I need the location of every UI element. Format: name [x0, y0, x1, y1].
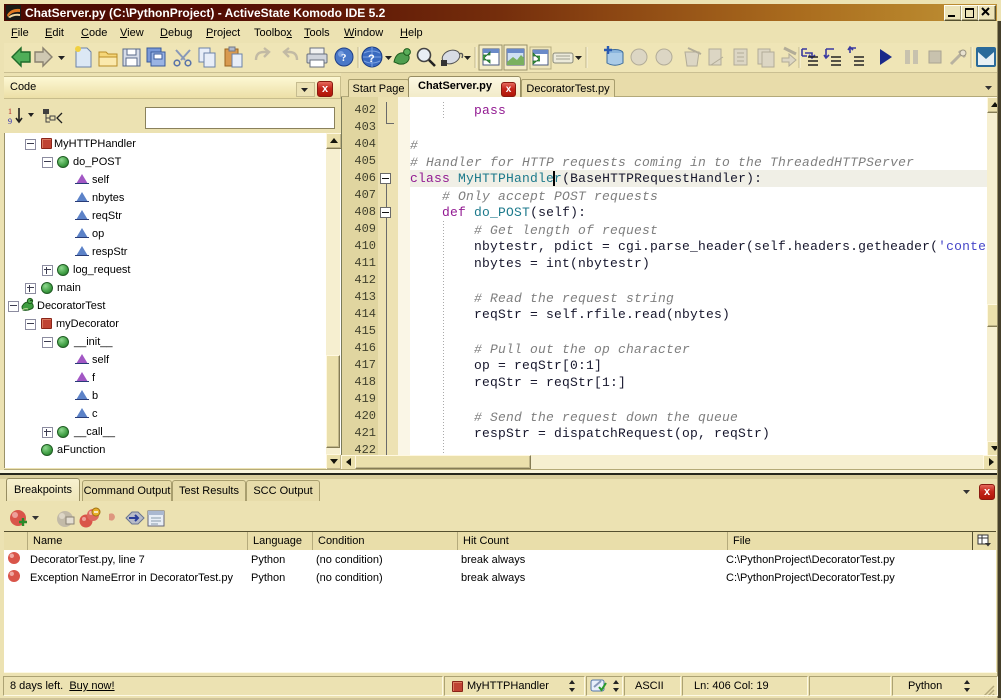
svg-text:?: ?: [368, 53, 375, 65]
svg-text:9: 9: [8, 117, 12, 126]
svg-text:1: 1: [8, 107, 12, 116]
svg-text:?: ?: [341, 52, 347, 64]
